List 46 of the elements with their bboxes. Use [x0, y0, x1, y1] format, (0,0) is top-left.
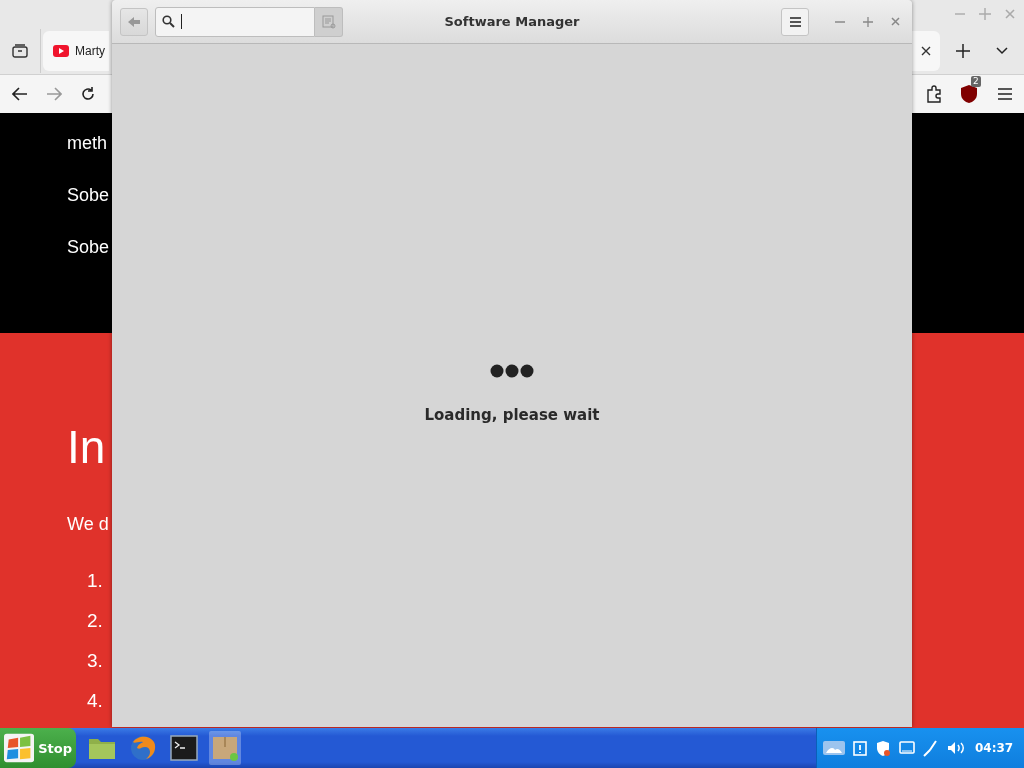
list-number: 4.: [87, 690, 103, 712]
chevron-down-icon[interactable]: [996, 47, 1008, 55]
maximize-icon[interactable]: [863, 16, 873, 27]
windows-logo: [4, 733, 35, 763]
maximize-icon[interactable]: [979, 8, 991, 20]
clock: 04:37: [975, 741, 1014, 755]
reload-icon[interactable]: [80, 86, 96, 102]
page-text: meth: [67, 132, 108, 154]
loading-dots-icon: [490, 364, 534, 378]
puzzle-icon[interactable]: [926, 85, 942, 103]
new-tab-icon[interactable]: [956, 44, 970, 58]
window-title: Software Manager: [444, 14, 580, 29]
loading-text: Loading, please wait: [424, 406, 600, 424]
display-icon[interactable]: [899, 741, 915, 755]
tab-close-button[interactable]: [912, 31, 940, 71]
menu-button[interactable]: [781, 7, 809, 36]
page-text: Sobe: [67, 184, 110, 206]
page-heading: In: [67, 420, 106, 475]
document-search-icon: [321, 14, 336, 29]
clipboard-icon[interactable]: [853, 740, 867, 756]
close-icon[interactable]: [1005, 9, 1015, 19]
list-number: 2.: [87, 610, 103, 632]
network-icon[interactable]: [823, 741, 845, 755]
extension-badge: 2: [971, 76, 981, 87]
shield-icon[interactable]: [960, 84, 978, 104]
forward-arrow-icon[interactable]: [46, 87, 62, 101]
back-arrow-icon: [128, 16, 140, 27]
search-options-button[interactable]: [315, 6, 343, 37]
video-icon: [53, 45, 69, 57]
close-icon[interactable]: [891, 17, 900, 26]
close-icon: [921, 46, 931, 56]
menu-icon[interactable]: [998, 88, 1012, 100]
list-number: 3.: [87, 650, 103, 672]
page-text: Sobe: [67, 236, 110, 258]
page-paragraph: We d: [67, 513, 109, 535]
search-icon: [162, 15, 175, 28]
speaker-icon[interactable]: [947, 741, 965, 755]
search-field[interactable]: [155, 6, 315, 37]
plug-icon[interactable]: [923, 739, 939, 757]
tray-icon[interactable]: [12, 44, 28, 58]
back-arrow-icon[interactable]: [12, 87, 28, 101]
box-icon[interactable]: [209, 731, 241, 765]
menu-icon: [789, 16, 801, 27]
list-number: 1.: [87, 570, 103, 592]
back-button[interactable]: [120, 7, 148, 36]
browser-tab[interactable]: Marty: [43, 31, 109, 71]
